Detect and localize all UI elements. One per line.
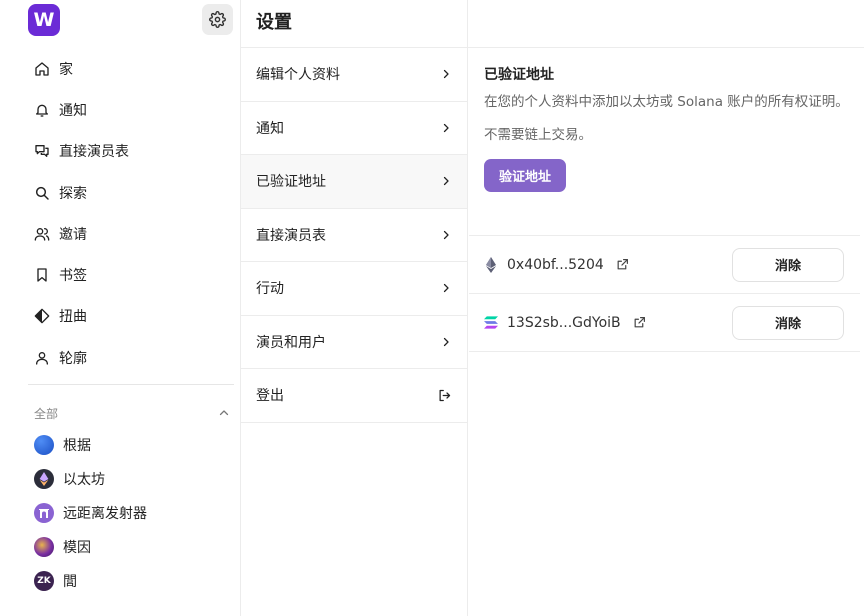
bookmark-icon [34,267,50,283]
menu-item-label: 已验证地址 [256,174,326,191]
channels-section-header[interactable]: 全部 [34,404,230,422]
users-icon [34,226,50,242]
logo-letter: W [33,9,55,31]
nav-item-explore[interactable]: 探索 [28,172,234,213]
nav-item-label: 书签 [59,268,87,285]
address-text: 0x40bf...5204 [507,256,604,273]
diamond-icon [34,308,50,324]
menu-item-edit-profile[interactable]: 编辑个人资料 [241,48,467,102]
remove-address-button[interactable]: 消除 [732,305,844,340]
chevron-right-icon [443,337,449,346]
nav-item-label: 轮廓 [59,350,87,367]
nav-item-home[interactable]: 家 [28,48,234,89]
menu-item-label: 登出 [256,388,284,405]
nav-item-notifications[interactable]: 通知 [28,89,234,130]
menu-item-casts-and-users[interactable]: 演员和用户 [241,316,467,369]
menu-item-label: 行动 [256,281,284,298]
bell-icon [34,102,50,118]
channel-label: 以太坊 [63,472,105,488]
section-description: 在您的个人资料中添加以太坊或 Solana 账户的所有权证明。 [484,94,849,110]
channel-item-zk[interactable]: ZK 閭 [34,564,234,598]
address-info: 0x40bf...5204 [484,256,629,273]
gear-icon [209,11,226,28]
user-icon [34,350,50,366]
chevron-right-icon [443,230,449,239]
channel-label: 模因 [63,540,91,556]
channel-label: 根据 [63,438,91,454]
menu-item-label: 编辑个人资料 [256,67,340,84]
menu-item-verified-addresses[interactable]: 已验证地址 [241,155,467,209]
nav-item-warps[interactable]: 扭曲 [28,296,234,337]
channel-item-farcaster[interactable]: 远距离发射器 [34,496,234,530]
zk-badge: ZK [37,576,51,586]
address-info: 13S2sb...GdYoiB [484,315,646,331]
nav-item-bookmarks[interactable]: 书签 [28,254,234,295]
solana-icon [484,315,498,331]
ethereum-icon [484,256,498,273]
chevron-right-icon [443,70,449,79]
chevron-up-icon[interactable] [218,407,230,419]
section-label: 全部 [34,406,59,421]
section-title: 已验证地址 [484,67,554,83]
channel-item-memes[interactable]: 模因 [34,530,234,564]
nav-item-label: 扭曲 [59,309,87,326]
menu-item-notifications[interactable]: 通知 [241,102,467,155]
remove-address-button[interactable]: 消除 [732,247,844,282]
ethereum-icon [34,469,54,489]
home-icon [34,61,50,77]
verified-addresses-intro: 已验证地址 在您的个人资料中添加以太坊或 Solana 账户的所有权证明。 不需… [469,48,860,236]
base-icon [34,435,54,455]
menu-item-actions[interactable]: 行动 [241,262,467,316]
farcaster-icon [34,503,54,523]
app-logo[interactable]: W [28,4,60,36]
verify-address-button[interactable]: 验证地址 [484,158,566,192]
menu-item-label: 演员和用户 [256,334,326,351]
verified-addresses-panel: 已验证地址 在您的个人资料中添加以太坊或 Solana 账户的所有权证明。 不需… [469,48,860,352]
sidebar-divider [28,384,234,385]
nav-item-label: 探索 [59,185,87,202]
main-nav: 家 通知 直接演员表 探索 邀请 书签 扭曲 轮廓 [28,48,234,378]
menu-item-logout[interactable]: 登出 [241,369,467,423]
channel-label: 閭 [63,574,77,590]
settings-button[interactable] [202,4,233,35]
zk-icon: ZK [34,571,54,591]
nav-item-invite[interactable]: 邀请 [28,213,234,254]
address-row: 13S2sb...GdYoiB 消除 [469,294,860,352]
channel-list: 根据 以太坊 远距离发射器 模因 ZK 閭 [34,428,234,598]
nav-item-label: 邀请 [59,226,87,243]
channel-item-ethereum[interactable]: 以太坊 [34,462,234,496]
settings-menu: 编辑个人资料 通知 已验证地址 直接演员表 行动 演员和用户 登出 [241,48,467,423]
nav-item-profile[interactable]: 轮廓 [28,337,234,378]
menu-item-direct-casts[interactable]: 直接演员表 [241,209,467,262]
chevron-right-icon [443,123,449,132]
sidebar: W 家 通知 直接演员表 探索 邀请 书签 扭曲 轮廓 全部 根据 以太坊 远距… [0,0,240,616]
chat-bubbles-icon [34,143,50,159]
chevron-right-icon [443,177,449,186]
external-link-icon[interactable] [633,316,646,329]
channel-label: 远距离发射器 [63,506,147,522]
search-icon [34,185,50,201]
nav-item-label: 直接演员表 [59,144,129,161]
address-text: 13S2sb...GdYoiB [507,314,621,331]
address-row: 0x40bf...5204 消除 [469,236,860,294]
menu-item-label: 通知 [256,120,284,137]
menu-item-label: 直接演员表 [256,227,326,244]
memes-icon [34,537,54,557]
nav-item-direct-casts[interactable]: 直接演员表 [28,131,234,172]
external-link-icon[interactable] [616,258,629,271]
section-note: 不需要链上交易。 [484,126,592,143]
chevron-right-icon [443,284,449,293]
nav-item-label: 通知 [59,102,87,119]
nav-item-label: 家 [59,61,73,78]
channel-item-base[interactable]: 根据 [34,428,234,462]
logout-icon [439,389,451,401]
